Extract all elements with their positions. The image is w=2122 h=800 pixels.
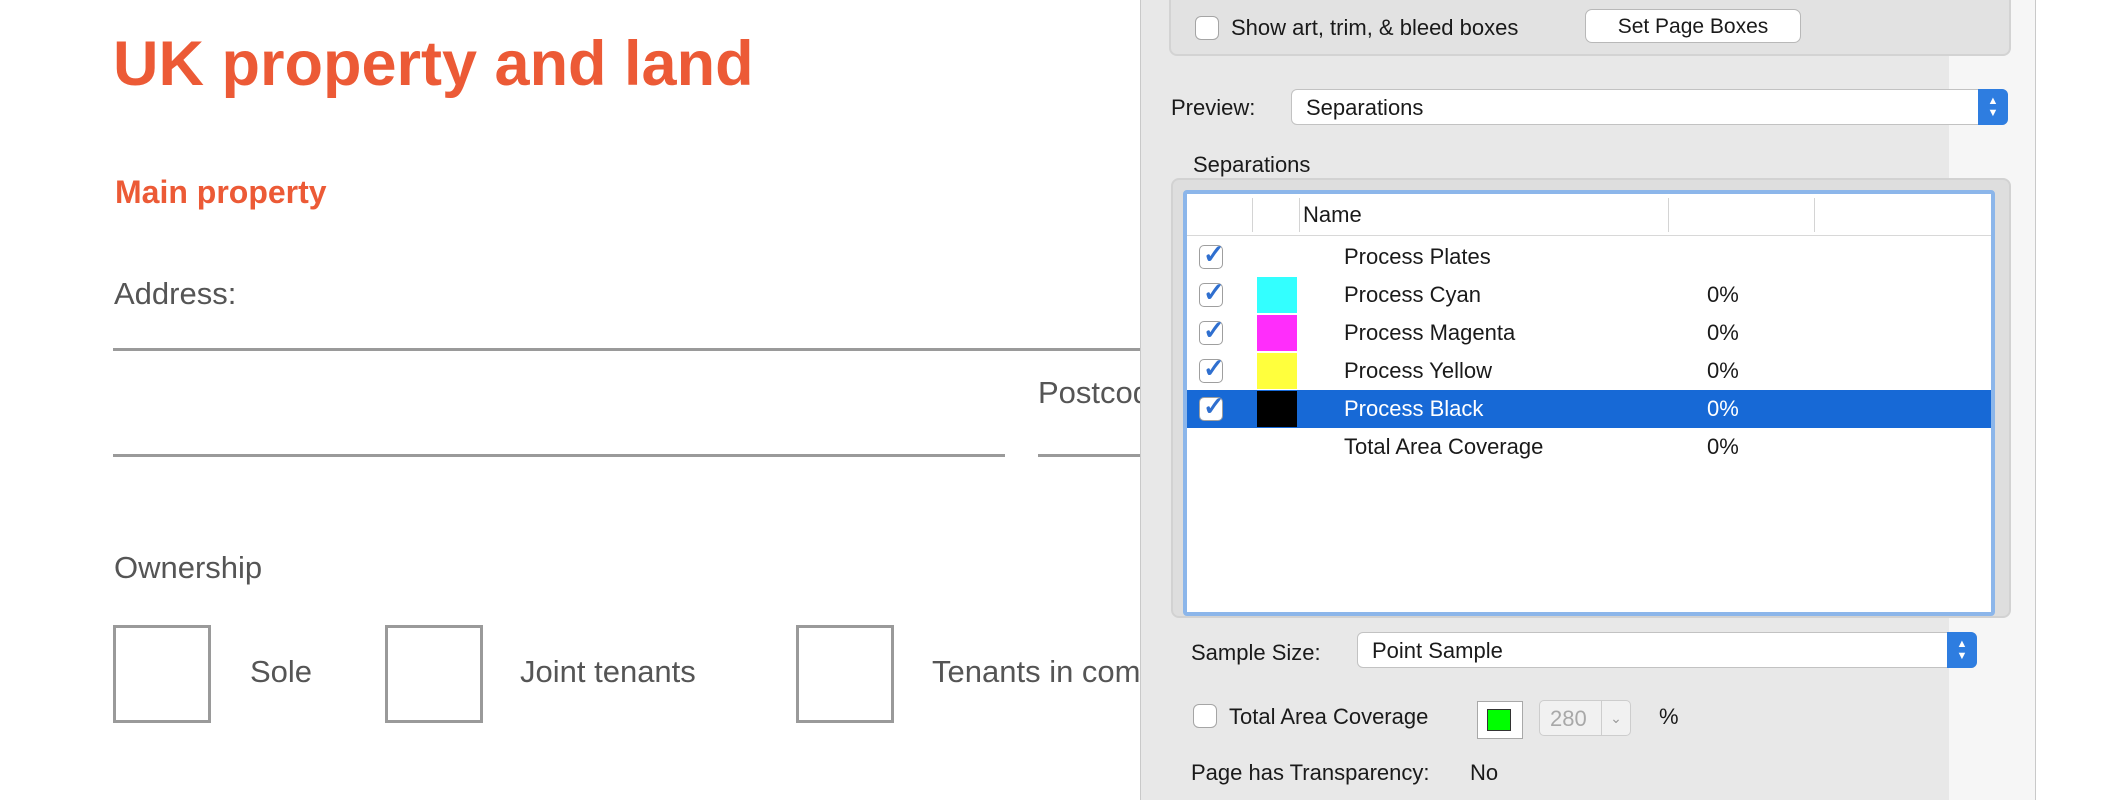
page-title: UK property and land [113,29,754,99]
tac-label: Total Area Coverage [1229,704,1429,729]
plate-name: Process Yellow [1344,358,1492,383]
table-row[interactable]: ✓ Process Magenta 0% [1187,314,1991,352]
table-row[interactable]: ✓ Process Plates [1187,238,1991,276]
plate-name: Total Area Coverage [1344,434,1544,459]
address-line-1[interactable] [113,348,1140,351]
preview-select[interactable]: Separations ▲ ▼ [1291,89,2008,125]
transparency-value: No [1470,760,1499,785]
chevron-updown-icon: ▲ ▼ [1978,89,2008,125]
set-page-boxes-button[interactable]: Set Page Boxes [1585,9,1801,43]
plate-name: Process Plates [1344,244,1491,269]
separations-group-label: Separations [1193,152,1311,177]
sole-checkbox[interactable] [113,625,211,723]
table-row[interactable]: Total Area Coverage 0% [1187,428,1991,466]
tac-value: 280 [1550,706,1587,731]
plate-checkbox[interactable]: ✓ [1199,316,1225,345]
section-heading: Main property [115,174,327,210]
joint-tenants-label: Joint tenants [520,654,696,689]
tenants-in-common-label: Tenants in com [932,654,1140,689]
table-row[interactable]: ✓ Process Yellow 0% [1187,352,1991,390]
plate-name: Process Cyan [1344,282,1481,307]
plate-percent: 0% [1707,320,1739,345]
plate-checkbox[interactable]: ✓ [1199,392,1225,421]
color-swatch [1257,391,1297,427]
tenants-in-common-checkbox[interactable] [796,625,894,723]
table-row-selected[interactable]: ✓ Process Black 0% [1187,390,1991,428]
sample-size-label: Sample Size: [1191,640,1321,665]
document-page: UK property and land Main property Addre… [0,0,1140,800]
postcode-label: Postcod [1038,375,1140,410]
preview-label: Preview: [1171,95,1256,120]
sole-label: Sole [250,654,313,689]
sample-size-value: Point Sample [1372,638,1503,663]
tac-unit: % [1659,704,1679,729]
separations-table[interactable]: Name ✓ Process Plates ✓ Process Cyan 0% … [1183,190,1995,616]
show-boxes-label: Show art, trim, & bleed boxes [1231,15,1519,40]
plate-checkbox[interactable]: ✓ [1199,240,1225,269]
checkmark-icon: ✓ [1203,391,1225,421]
plate-percent: 0% [1707,282,1739,307]
color-swatch [1257,277,1297,313]
tac-checkbox[interactable] [1193,704,1217,728]
plate-percent: 0% [1707,434,1739,459]
address-label: Address: [114,276,237,311]
postcode-line[interactable] [1038,454,1140,457]
plate-name: Process Magenta [1344,320,1516,345]
preview-select-value: Separations [1306,95,1424,120]
color-swatch [1257,315,1297,351]
tac-value-combo[interactable]: 280 ⌄ [1539,700,1631,736]
show-boxes-checkbox[interactable] [1195,16,1219,40]
chevron-updown-icon: ▲ ▼ [1947,632,1977,668]
checkmark-icon: ✓ [1203,239,1225,269]
address-line-2[interactable] [113,454,1005,457]
checkmark-icon: ✓ [1203,353,1225,383]
name-column-header[interactable]: Name [1303,202,1362,228]
sample-size-select[interactable]: Point Sample ▲ ▼ [1357,632,1977,668]
transparency-label: Page has Transparency: [1191,760,1430,785]
output-preview-panel: Show art, trim, & bleed boxes Set Page B… [1140,0,2036,800]
plate-percent: 0% [1707,396,1739,421]
plate-checkbox[interactable]: ✓ [1199,278,1225,307]
plate-percent: 0% [1707,358,1739,383]
table-row[interactable]: ✓ Process Cyan 0% [1187,276,1991,314]
color-swatch [1257,353,1297,389]
joint-tenants-checkbox[interactable] [385,625,483,723]
ownership-label: Ownership [114,550,263,585]
tac-color-well[interactable] [1477,701,1523,739]
tac-color-chip [1487,709,1511,731]
plate-checkbox[interactable]: ✓ [1199,354,1225,383]
checkmark-icon: ✓ [1203,277,1225,307]
chevron-down-icon: ⌄ [1601,701,1630,735]
checkmark-icon: ✓ [1203,315,1225,345]
plate-name: Process Black [1344,396,1484,421]
table-header: Name [1187,194,1991,236]
